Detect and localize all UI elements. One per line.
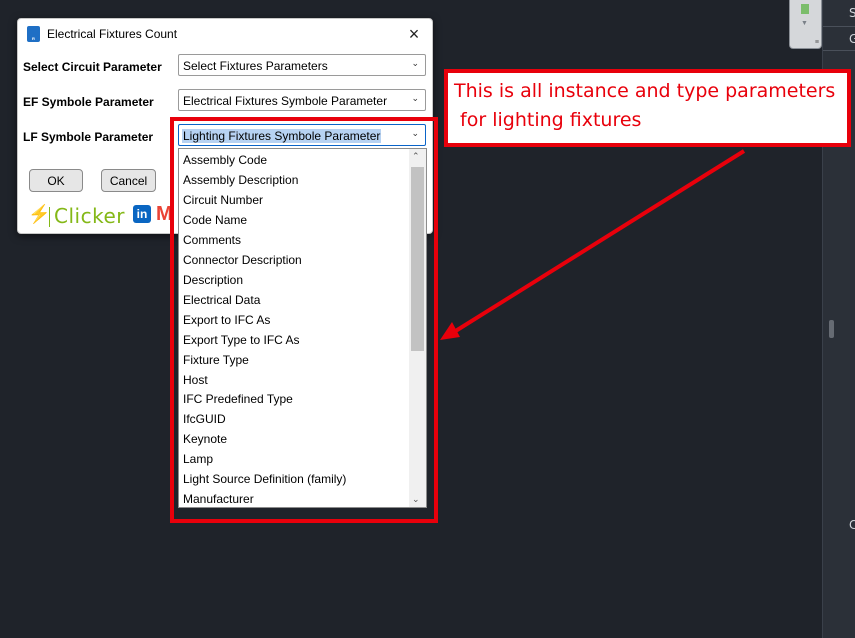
annotation-arrow [440,149,746,340]
arrow-shaft [452,149,746,334]
